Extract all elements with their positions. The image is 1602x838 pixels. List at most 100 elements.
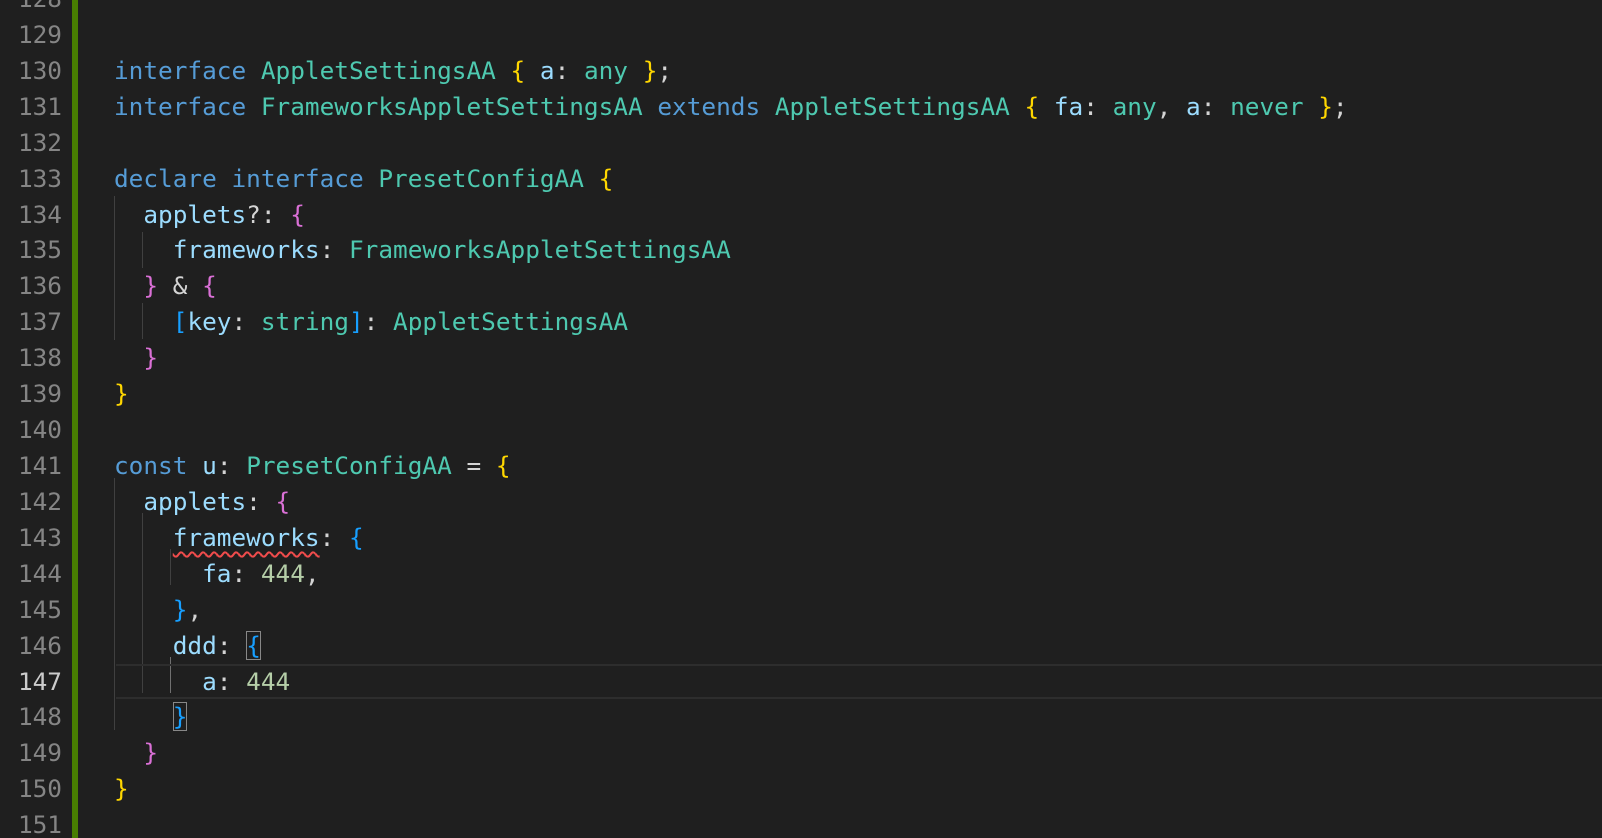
number-token: 444	[260, 558, 305, 588]
bracket-token: }	[1318, 91, 1333, 121]
code-line[interactable]: }	[114, 735, 1602, 771]
line-number: 134	[17, 199, 62, 229]
punct-token: :	[554, 55, 570, 85]
bracket-token: }	[114, 774, 129, 804]
type-token: any	[583, 55, 628, 85]
line-number: 139	[17, 379, 62, 409]
punct-token: :	[216, 666, 232, 696]
code-line[interactable]	[114, 0, 1602, 17]
property-token: fa	[202, 558, 232, 588]
error-squiggle-token[interactable]: frameworks	[173, 523, 320, 552]
keyword-token: interface	[231, 163, 364, 193]
code-editor[interactable]: 128 129 130 131 132 133 134 135 136 137 …	[0, 0, 1602, 838]
code-line[interactable]: applets: {	[114, 484, 1602, 520]
type-token: FrameworksAppletSettingsAA	[260, 91, 643, 121]
type-token: any	[1112, 91, 1157, 121]
number-token: 444	[246, 666, 291, 696]
code-line[interactable]: const u: PresetConfigAA = {	[114, 448, 1602, 484]
line-number: 151	[17, 810, 62, 838]
bracket-token: {	[598, 163, 614, 193]
bracket-token: {	[495, 450, 511, 480]
line-number-current: 147	[17, 666, 62, 696]
code-line[interactable]: }	[114, 771, 1602, 807]
property-token: ddd	[172, 630, 217, 660]
code-line[interactable]: }	[114, 376, 1602, 412]
line-number: 131	[17, 91, 62, 121]
bracket-token: {	[202, 271, 217, 301]
punct-token: :	[216, 630, 232, 660]
code-area[interactable]: interface AppletSettingsAA { a: any }; i…	[114, 0, 1602, 838]
property-token: a	[202, 666, 217, 696]
code-line[interactable]	[114, 412, 1602, 448]
code-line[interactable]: interface FrameworksAppletSettingsAA ext…	[114, 89, 1602, 125]
code-line[interactable]	[114, 807, 1602, 838]
bracket-token: }	[143, 738, 159, 768]
bracket-token: }	[172, 594, 188, 624]
punct-token: ;	[1332, 91, 1348, 121]
code-line[interactable]: frameworks: {	[114, 520, 1602, 556]
punct-token: &	[172, 271, 188, 301]
line-number: 128	[0, 0, 66, 17]
line-number: 129	[17, 19, 62, 49]
code-line[interactable]: applets?: {	[114, 197, 1602, 233]
matched-bracket-token: {	[246, 630, 261, 660]
code-line[interactable]: fa: 444,	[114, 556, 1602, 592]
keyword-token: interface	[114, 55, 247, 85]
line-number: 137	[17, 307, 62, 337]
bracket-token: }	[143, 271, 159, 301]
code-line[interactable]: declare interface PresetConfigAA {	[114, 161, 1602, 197]
line-number: 136	[17, 271, 62, 301]
code-line[interactable]: }	[114, 699, 1602, 735]
bracket-token: {	[275, 486, 291, 516]
punct-token: ,	[187, 594, 203, 624]
type-token: AppletSettingsAA	[260, 55, 496, 85]
code-line[interactable]: ddd: {	[114, 628, 1602, 664]
property-token: key	[187, 307, 232, 337]
keyword-token: interface	[114, 91, 247, 121]
bracket-token: ]	[348, 307, 364, 337]
bracket-token: {	[290, 199, 305, 229]
line-number: 145	[17, 594, 62, 624]
code-line[interactable]	[114, 17, 1602, 53]
type-token: PresetConfigAA	[246, 450, 452, 480]
code-line-current[interactable]: a: 444	[114, 663, 1602, 700]
code-line[interactable]: } & {	[114, 268, 1602, 304]
line-number: 144	[17, 558, 62, 588]
punct-token: :	[319, 235, 335, 265]
line-number: 132	[17, 127, 62, 157]
punct-token: :	[1200, 91, 1216, 121]
bracket-token: }	[143, 343, 159, 373]
code-line[interactable]	[114, 125, 1602, 161]
punct-token: ?:	[246, 199, 276, 229]
line-number: 142	[17, 486, 62, 516]
git-modified-indicator[interactable]	[72, 0, 78, 838]
line-number: 150	[17, 774, 62, 804]
bracket-token: {	[510, 55, 526, 85]
property-token: a	[1186, 91, 1201, 121]
line-number-gutter[interactable]: 128 129 130 131 132 133 134 135 136 137 …	[0, 0, 66, 838]
code-line[interactable]: }	[114, 340, 1602, 376]
matched-bracket-token: }	[172, 702, 188, 732]
keyword-token: const	[114, 450, 188, 480]
punct-token: :	[231, 558, 247, 588]
property-token: frameworks	[172, 235, 320, 265]
keyword-token: extends	[657, 91, 761, 121]
code-line[interactable]: interface AppletSettingsAA { a: any };	[114, 53, 1602, 89]
code-line[interactable]: },	[114, 592, 1602, 628]
type-token: PresetConfigAA	[378, 163, 584, 193]
code-line[interactable]: [key: string]: AppletSettingsAA	[114, 304, 1602, 340]
type-token: string	[260, 307, 349, 337]
punct-token: :	[363, 307, 379, 337]
type-token: AppletSettingsAA	[393, 307, 628, 337]
punct-token: :	[246, 486, 261, 516]
property-token: fa	[1053, 91, 1084, 121]
line-number: 143	[17, 522, 62, 552]
code-line[interactable]: frameworks: FrameworksAppletSettingsAA	[114, 232, 1602, 268]
bracket-token: }	[114, 379, 129, 409]
line-number: 138	[17, 343, 62, 373]
line-number: 146	[17, 630, 62, 660]
line-number: 133	[17, 163, 62, 193]
operator-token: =	[466, 450, 482, 480]
bracket-token: {	[1024, 91, 1040, 121]
bracket-token: }	[642, 55, 658, 85]
